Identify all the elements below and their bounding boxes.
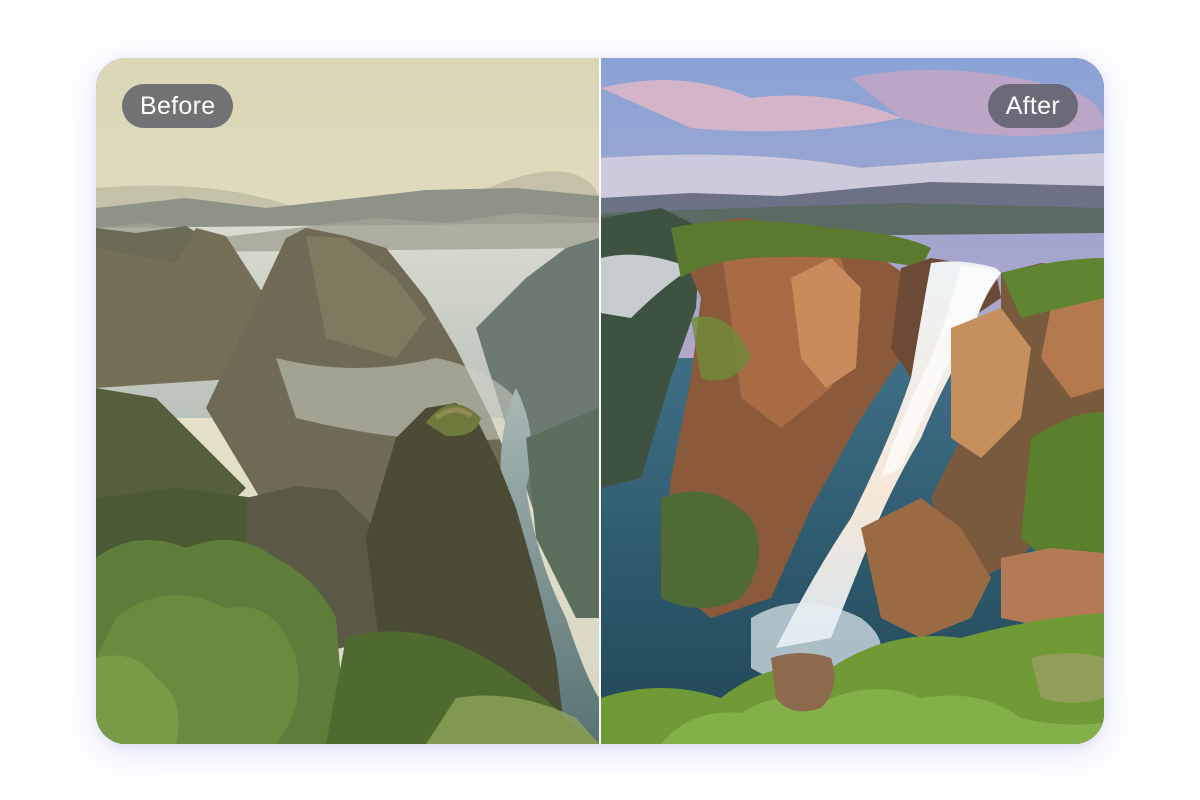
before-label: Before bbox=[122, 84, 234, 128]
comparison-divider-handle[interactable] bbox=[599, 58, 601, 744]
after-label: After bbox=[987, 84, 1078, 128]
before-after-comparison[interactable]: Before After bbox=[96, 58, 1104, 744]
after-image bbox=[601, 58, 1104, 744]
before-image bbox=[96, 58, 599, 744]
